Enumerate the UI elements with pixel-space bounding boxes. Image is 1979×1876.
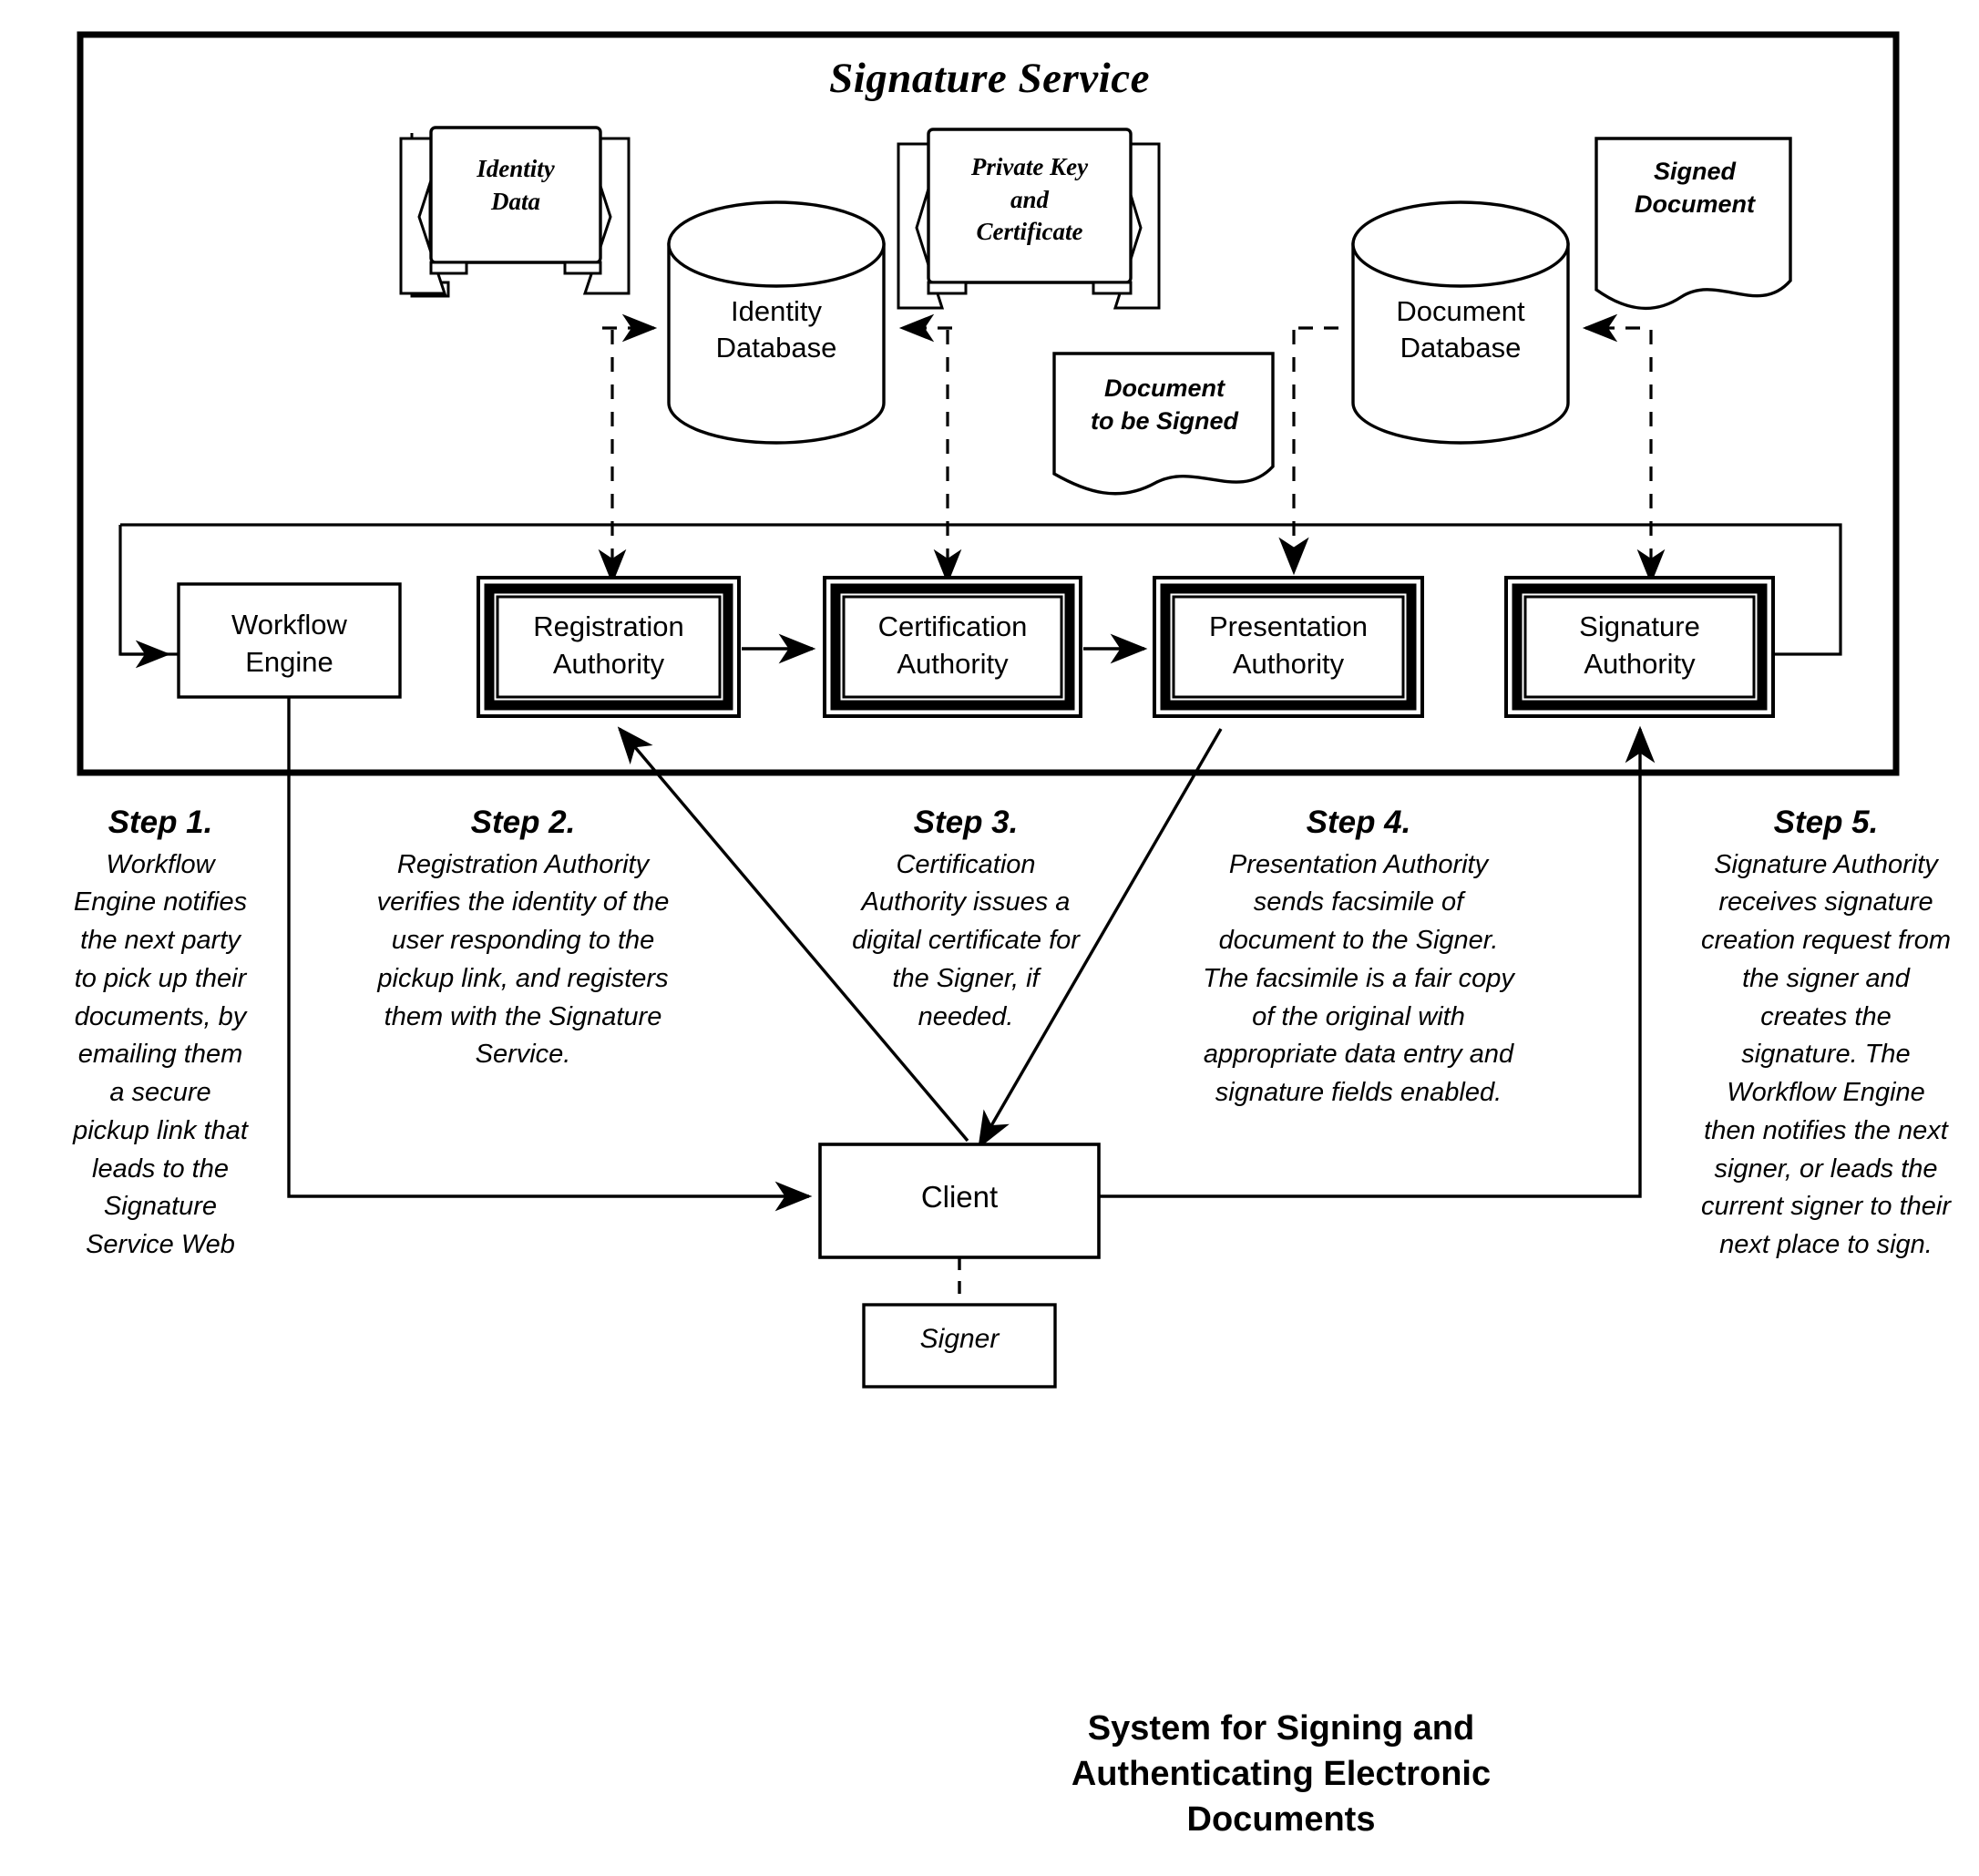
signed-document-label: Signed Document: [1604, 155, 1786, 221]
document-database-line2: Database: [1400, 332, 1522, 364]
signature-authority-line2: Authority: [1584, 647, 1696, 680]
step-4-heading: Step 4.: [1306, 805, 1411, 840]
certification-authority-line2: Authority: [897, 647, 1009, 680]
step-1: Step 1. Workflow Engine notifies the nex…: [69, 804, 251, 1265]
identity-database-line2: Database: [715, 332, 837, 364]
step-3-heading: Step 3.: [913, 805, 1019, 840]
presentation-authority-label[interactable]: Presentation Authority: [1174, 609, 1403, 683]
figure-caption: System for Signing and Authenticating El…: [1071, 1709, 1492, 1840]
registration-authority-line1: Registration: [533, 610, 684, 642]
signed-document-line1: Signed: [1653, 158, 1736, 185]
document-to-be-signed-line2: to be Signed: [1091, 407, 1238, 436]
document-database-label: Document Database: [1360, 293, 1561, 367]
step-4: Step 4. Presentation Authority sends fac…: [1199, 804, 1518, 1112]
certification-authority-label[interactable]: Certification Authority: [844, 609, 1061, 683]
step-1-heading: Step 1.: [108, 805, 213, 840]
identity-data-label: Identity Data: [437, 153, 594, 218]
identity-database-line1: Identity: [731, 295, 822, 327]
private-key-line1: Private Key: [970, 153, 1089, 180]
presentation-authority-line2: Authority: [1232, 647, 1345, 680]
workflow-engine-label[interactable]: Workflow Engine: [182, 607, 396, 682]
signature-authority-label[interactable]: Signature Authority: [1525, 609, 1754, 683]
step-3-body: Certification Authority issues a digital…: [852, 849, 1080, 1031]
signed-document-line2: Document: [1634, 190, 1755, 219]
certification-authority-line1: Certification: [877, 610, 1028, 642]
step-3: Step 3. Certification Authority issues a…: [844, 804, 1088, 1036]
private-key-certificate-label: Private Key and Certificate: [935, 151, 1124, 249]
document-to-be-signed-line1: Document: [1103, 374, 1225, 402]
step-5-heading: Step 5.: [1773, 805, 1879, 840]
document-database-line1: Document: [1396, 295, 1525, 327]
registration-authority-line2: Authority: [552, 647, 665, 680]
private-key-line3: Certificate: [976, 218, 1083, 246]
step-5: Step 5. Signature Authority receives sig…: [1700, 804, 1952, 1265]
step-4-body: Presentation Authority sends facsimile o…: [1203, 849, 1514, 1108]
client-label[interactable]: Client: [820, 1179, 1099, 1215]
private-key-line2: and: [1010, 185, 1050, 213]
diagram-root: Signature Service Identity Data Private …: [0, 0, 1979, 1876]
step-5-body: Signature Authority receives signature c…: [1700, 849, 1951, 1260]
step-2-heading: Step 2.: [470, 805, 576, 840]
registration-authority-label[interactable]: Registration Authority: [497, 609, 720, 683]
step-1-body: Workflow Engine notifies the next party …: [73, 849, 248, 1260]
workflow-engine-line2: Engine: [245, 645, 333, 678]
service-title: Signature Service: [829, 55, 1150, 102]
document-to-be-signed-label: Document to be Signed: [1059, 372, 1270, 438]
workflow-engine-line1: Workflow: [231, 609, 347, 641]
presentation-authority-line1: Presentation: [1208, 610, 1369, 642]
identity-database-label: Identity Database: [676, 293, 877, 367]
identity-data-line1: Identity: [477, 155, 555, 182]
identity-data-line2: Data: [491, 187, 540, 215]
step-2-body: Registration Authority verifies the iden…: [376, 849, 670, 1070]
step-2: Step 2. Registration Authority verifies …: [363, 804, 683, 1074]
signature-authority-line1: Signature: [1579, 610, 1700, 642]
signer-label[interactable]: Signer: [864, 1323, 1055, 1357]
